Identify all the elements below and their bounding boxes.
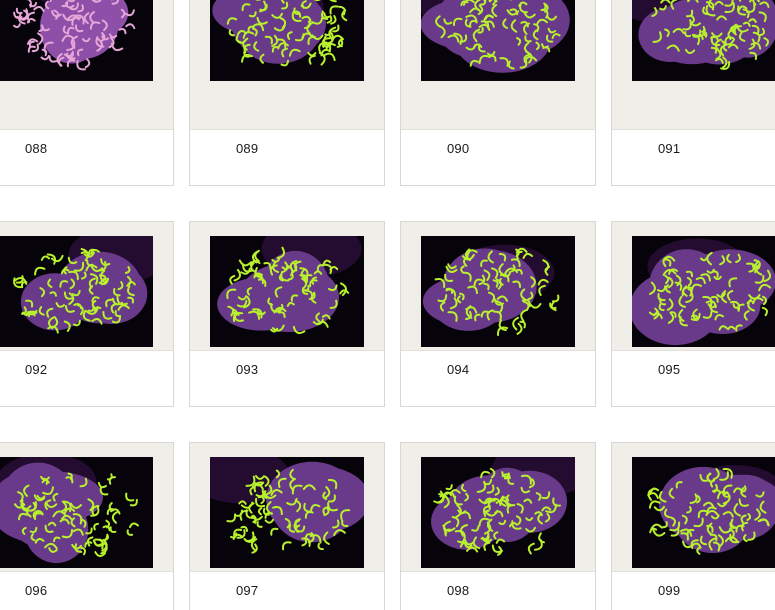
- coral-number-label: 098: [447, 583, 470, 598]
- photo-mat: [401, 0, 595, 130]
- photo-mat: [401, 222, 595, 351]
- coral-photo[interactable]: [421, 236, 575, 347]
- photo-mat: [612, 0, 775, 130]
- coral-number-label: 099: [658, 583, 681, 598]
- photo-mat: [612, 443, 775, 572]
- coral-photo[interactable]: [0, 236, 153, 347]
- photo-mat: [0, 0, 173, 130]
- coral-card[interactable]: 091: [611, 0, 775, 186]
- coral-number-label: 092: [25, 362, 48, 377]
- coral-photo[interactable]: [632, 457, 775, 568]
- coral-number-label: 096: [25, 583, 48, 598]
- coral-photo[interactable]: [210, 0, 364, 81]
- coral-number-label: 088: [25, 141, 48, 156]
- photo-mat: [0, 443, 173, 572]
- coral-card[interactable]: 097: [189, 442, 385, 610]
- coral-photo[interactable]: [210, 457, 364, 568]
- coral-number-label: 089: [236, 141, 259, 156]
- coral-card[interactable]: 089: [189, 0, 385, 186]
- photo-mat: [0, 222, 173, 351]
- coral-card[interactable]: 099: [611, 442, 775, 610]
- coral-number-label: 093: [236, 362, 259, 377]
- coral-photo[interactable]: [0, 457, 153, 568]
- photo-mat: [190, 0, 384, 130]
- coral-card[interactable]: 090: [400, 0, 596, 186]
- coral-photo[interactable]: [210, 236, 364, 347]
- coral-card[interactable]: 098: [400, 442, 596, 610]
- coral-photo[interactable]: [632, 236, 775, 347]
- coral-card[interactable]: 094: [400, 221, 596, 407]
- coral-photo[interactable]: [632, 0, 775, 81]
- coral-number-label: 091: [658, 141, 681, 156]
- coral-photo[interactable]: [421, 457, 575, 568]
- coral-card[interactable]: 092: [0, 221, 174, 407]
- photo-mat: [612, 222, 775, 351]
- coral-photo[interactable]: [0, 0, 153, 81]
- coral-gallery-grid: 088 089 090 091 092 093 094 095 096 097 098 099: [0, 0, 775, 610]
- coral-number-label: 090: [447, 141, 470, 156]
- photo-mat: [190, 222, 384, 351]
- photo-mat: [401, 443, 595, 572]
- coral-photo[interactable]: [421, 0, 575, 81]
- coral-card[interactable]: 096: [0, 442, 174, 610]
- coral-number-label: 097: [236, 583, 259, 598]
- photo-mat: [190, 443, 384, 572]
- coral-card[interactable]: 093: [189, 221, 385, 407]
- coral-number-label: 094: [447, 362, 470, 377]
- coral-card[interactable]: 088: [0, 0, 174, 186]
- coral-card[interactable]: 095: [611, 221, 775, 407]
- coral-number-label: 095: [658, 362, 681, 377]
